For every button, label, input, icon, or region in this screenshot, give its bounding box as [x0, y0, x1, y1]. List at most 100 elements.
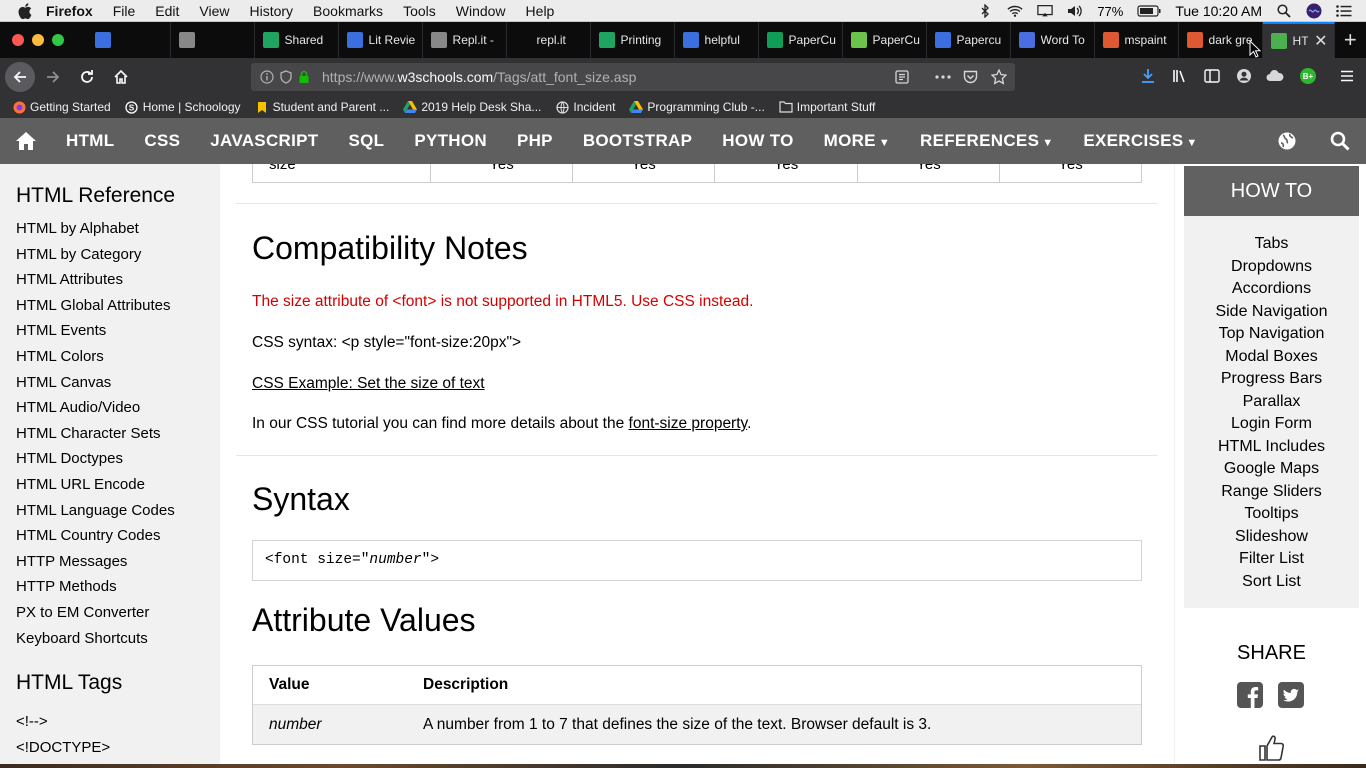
apple-menu-icon[interactable] — [18, 2, 34, 19]
sidebar-item[interactable]: HTML Language Codes — [0, 498, 220, 524]
bookmark-item[interactable]: Getting Started — [12, 100, 111, 114]
url-text[interactable]: https://www.w3schools.com/Tags/att_font_… — [322, 69, 636, 85]
sidebar-item[interactable]: HTML by Alphabet — [0, 216, 220, 242]
nav-php[interactable]: PHP — [502, 131, 568, 151]
zoom-window-button[interactable] — [52, 34, 64, 46]
sidebar-toggle-icon[interactable] — [1204, 68, 1220, 84]
menu-help[interactable]: Help — [526, 3, 555, 19]
globe-icon[interactable] — [1277, 131, 1297, 156]
menu-window[interactable]: Window — [456, 3, 506, 19]
bookmark-item[interactable]: 2019 Help Desk Sha... — [403, 100, 541, 114]
thumbs-up-icon[interactable] — [1259, 732, 1285, 762]
nav-css[interactable]: CSS — [129, 131, 195, 151]
twitter-icon[interactable] — [1278, 682, 1304, 708]
sidebar-item[interactable]: HTTP Messages — [0, 549, 220, 575]
sidebar-item[interactable]: HTML Colors — [0, 344, 220, 370]
volume-icon[interactable] — [1067, 4, 1083, 18]
close-tab-icon[interactable]: ✕ — [1314, 31, 1327, 51]
sidebar-item[interactable]: HTML Attributes — [0, 267, 220, 293]
menu-bookmarks[interactable]: Bookmarks — [313, 3, 383, 19]
wifi-icon[interactable] — [1007, 4, 1023, 18]
forward-button[interactable] — [37, 61, 69, 93]
nav-more-dropdown[interactable]: MORE ▼ — [809, 131, 905, 151]
bluetooth-icon[interactable] — [977, 4, 993, 18]
url-bar[interactable]: https://www.w3schools.com/Tags/att_font_… — [251, 63, 1015, 91]
sidebar-item[interactable]: PX to EM Converter — [0, 600, 220, 626]
menu-app-name[interactable]: Firefox — [46, 3, 93, 19]
menu-edit[interactable]: Edit — [155, 3, 179, 19]
bookmark-star-icon[interactable] — [991, 69, 1007, 85]
nav-exercises-dropdown[interactable]: EXERCISES ▼ — [1068, 131, 1212, 151]
sidebar-item[interactable]: HTML Events — [0, 318, 220, 344]
new-tab-button[interactable]: + — [1335, 22, 1366, 58]
menu-file[interactable]: File — [113, 3, 136, 19]
extension-cloud-icon[interactable] — [1266, 68, 1284, 84]
hamburger-menu-icon[interactable] — [1340, 69, 1354, 83]
howto-item[interactable]: Tooltips — [1184, 503, 1359, 526]
sidebar-item[interactable]: HTTP Methods — [0, 574, 220, 600]
sidebar-item[interactable]: HTML Canvas — [0, 370, 220, 396]
menu-tools[interactable]: Tools — [403, 3, 436, 19]
tab[interactable]: helpful — [675, 22, 759, 58]
reload-button[interactable] — [71, 61, 103, 93]
siri-icon[interactable] — [1306, 3, 1322, 19]
sidebar-item[interactable]: HTML Character Sets — [0, 421, 220, 447]
howto-item[interactable]: Sort List — [1184, 571, 1359, 594]
tab[interactable] — [171, 22, 255, 58]
bookmark-item[interactable]: S Home | Schoology — [125, 100, 241, 114]
bookmark-item[interactable]: Student and Parent ... — [255, 100, 389, 114]
howto-item[interactable]: HTML Includes — [1184, 436, 1359, 459]
account-icon[interactable] — [1236, 68, 1252, 84]
bookmark-item[interactable]: Programming Club -... — [629, 100, 765, 114]
font-size-property-link[interactable]: font-size property — [629, 415, 748, 432]
sidebar-item[interactable]: HTML URL Encode — [0, 472, 220, 498]
tab[interactable]: Printing — [591, 22, 675, 58]
facebook-icon[interactable] — [1237, 682, 1263, 708]
back-button[interactable] — [5, 62, 35, 92]
nav-references-dropdown[interactable]: REFERENCES ▼ — [905, 131, 1068, 151]
howto-item[interactable]: Progress Bars — [1184, 368, 1359, 391]
home-button[interactable] — [105, 61, 137, 93]
nav-howto[interactable]: HOW TO — [707, 131, 808, 151]
search-icon[interactable] — [1330, 131, 1350, 156]
menu-history[interactable]: History — [249, 3, 293, 19]
sidebar-tag-doctype[interactable]: <!DOCTYPE> — [0, 735, 220, 761]
w3-home-button[interactable] — [0, 131, 51, 151]
nav-sql[interactable]: SQL — [333, 131, 399, 151]
reader-view-icon[interactable] — [895, 70, 909, 84]
nav-html[interactable]: HTML — [51, 131, 129, 151]
nav-python[interactable]: PYTHON — [399, 131, 502, 151]
extension-badge-icon[interactable]: B+ — [1300, 68, 1316, 84]
howto-item[interactable]: Accordions — [1184, 278, 1359, 301]
tracking-shield-icon[interactable] — [280, 70, 292, 84]
tab[interactable] — [87, 22, 171, 58]
howto-item[interactable]: Parallax — [1184, 391, 1359, 414]
page-actions-icon[interactable] — [935, 75, 951, 79]
sidebar-item[interactable]: HTML Audio/Video — [0, 395, 220, 421]
sidebar-tag-comment[interactable]: <!--> — [0, 709, 220, 735]
downloads-icon[interactable] — [1140, 68, 1156, 84]
battery-icon[interactable] — [1137, 4, 1161, 18]
tab[interactable]: PaperCu — [843, 22, 927, 58]
sidebar-item[interactable]: HTML by Category — [0, 242, 220, 268]
close-window-button[interactable] — [12, 34, 24, 46]
howto-item[interactable]: Google Maps — [1184, 458, 1359, 481]
tab[interactable]: Lit Revie — [339, 22, 423, 58]
bookmark-item[interactable]: Important Stuff — [779, 100, 875, 114]
tab[interactable]: Papercu — [927, 22, 1011, 58]
bookmark-item[interactable]: Incident — [555, 100, 615, 114]
tab[interactable]: PaperCu — [759, 22, 843, 58]
sidebar-item[interactable]: HTML Country Codes — [0, 523, 220, 549]
howto-item[interactable]: Range Sliders — [1184, 481, 1359, 504]
sidebar-item[interactable]: Keyboard Shortcuts — [0, 626, 220, 652]
menu-view[interactable]: View — [199, 3, 229, 19]
sidebar-item[interactable]: HTML Global Attributes — [0, 293, 220, 319]
howto-item[interactable]: Dropdowns — [1184, 256, 1359, 279]
howto-item[interactable]: Side Navigation — [1184, 301, 1359, 324]
minimize-window-button[interactable] — [32, 34, 44, 46]
library-icon[interactable] — [1172, 68, 1188, 84]
info-icon[interactable] — [260, 70, 274, 84]
pocket-icon[interactable] — [963, 70, 978, 84]
secure-lock-icon[interactable] — [298, 70, 310, 84]
tab-active[interactable]: HTM ✕ — [1262, 22, 1335, 58]
